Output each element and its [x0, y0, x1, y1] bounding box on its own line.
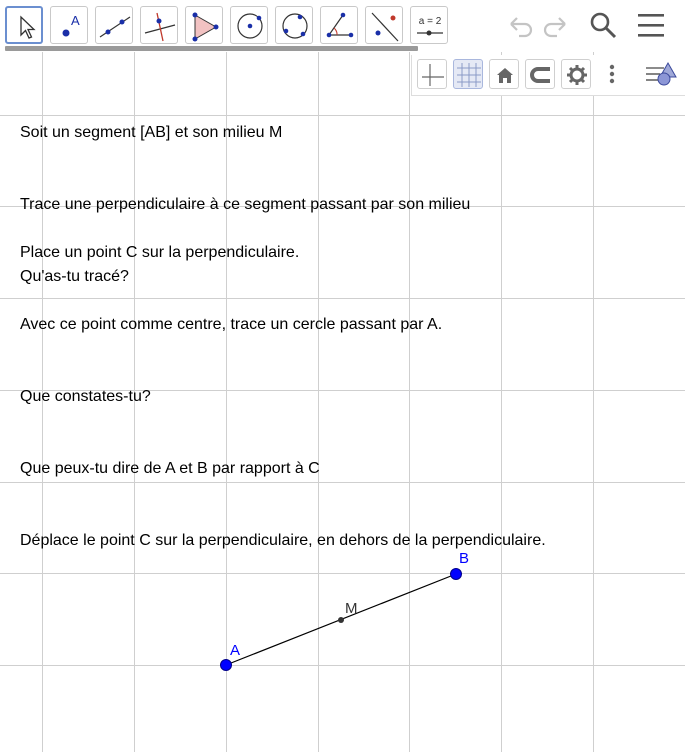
toolbar-scrollbar[interactable]: [5, 46, 418, 51]
pointer-arrow-icon: [20, 15, 36, 39]
slider-tool-label: a = 2: [419, 16, 442, 27]
text-line: Place un point C sur la perpendiculaire.: [20, 244, 300, 261]
point-tool-label: A: [71, 13, 80, 28]
show-grid-icon: [457, 63, 481, 87]
angle-icon: [326, 12, 354, 38]
slider-tool-button[interactable]: a = 2: [410, 6, 448, 44]
menu-button[interactable]: [634, 8, 668, 42]
text-line: Que peux-tu dire de A et B par rapport à…: [20, 460, 320, 477]
move-tool-button[interactable]: [5, 6, 43, 44]
text-line: Déplace le point C sur la perpendiculair…: [20, 532, 546, 549]
show-grid-button[interactable]: [453, 59, 483, 89]
point-a-label: A: [230, 642, 240, 659]
menu-icon: [638, 14, 664, 37]
polygon-tool-button[interactable]: [185, 6, 223, 44]
circle-through-points-tool-button[interactable]: [275, 6, 313, 44]
home-icon: [497, 68, 513, 83]
redo-button[interactable]: [539, 8, 573, 42]
show-axes-button[interactable]: [417, 59, 447, 89]
circle-through-three-points-icon: [282, 13, 308, 39]
line-tool-button[interactable]: [95, 6, 133, 44]
redo-icon: [543, 17, 566, 38]
undo-icon: [510, 17, 533, 38]
point-capturing-icon: [530, 67, 550, 83]
point-icon: A: [62, 13, 80, 37]
toggle-style-bar-icon: [646, 61, 677, 86]
polygon-icon: [192, 12, 219, 42]
point-m-label: M: [345, 600, 358, 617]
text-line: Soit un segment [AB] et son milieu M: [20, 124, 283, 141]
toggle-style-bar-button[interactable]: [644, 59, 680, 89]
standard-view-button[interactable]: [489, 59, 519, 89]
graphics-style-bar: [411, 55, 685, 96]
more-vertical-icon: [609, 64, 615, 84]
instruction-text-2[interactable]: Place un point C sur la perpendiculaire.…: [20, 193, 546, 577]
perpendicular-line-tool-button[interactable]: [140, 6, 178, 44]
circle-tool-button[interactable]: [230, 6, 268, 44]
more-options-button[interactable]: [602, 59, 622, 89]
reflect-about-line-icon: [371, 12, 399, 42]
text-line: Avec ce point comme centre, trace un cer…: [20, 316, 443, 333]
point-tool-button[interactable]: A: [50, 6, 88, 44]
reflect-tool-button[interactable]: [365, 6, 403, 44]
show-axes-icon: [422, 64, 444, 86]
undo-button[interactable]: [503, 8, 537, 42]
settings-button[interactable]: [561, 59, 591, 89]
toolbar: A a = 2: [0, 0, 685, 48]
search-button[interactable]: [586, 8, 620, 42]
point-m[interactable]: [338, 617, 344, 623]
point-capturing-button[interactable]: [525, 59, 555, 89]
perpendicular-line-icon: [144, 12, 176, 42]
circle-with-center-icon: [237, 13, 263, 39]
search-icon: [590, 12, 617, 39]
slider-icon: a = 2: [417, 16, 443, 36]
point-a[interactable]: [220, 659, 232, 671]
settings-icon: [567, 65, 587, 85]
text-line: Que constates-tu?: [20, 388, 151, 405]
line-through-two-points-icon: [99, 16, 131, 38]
angle-tool-button[interactable]: [320, 6, 358, 44]
